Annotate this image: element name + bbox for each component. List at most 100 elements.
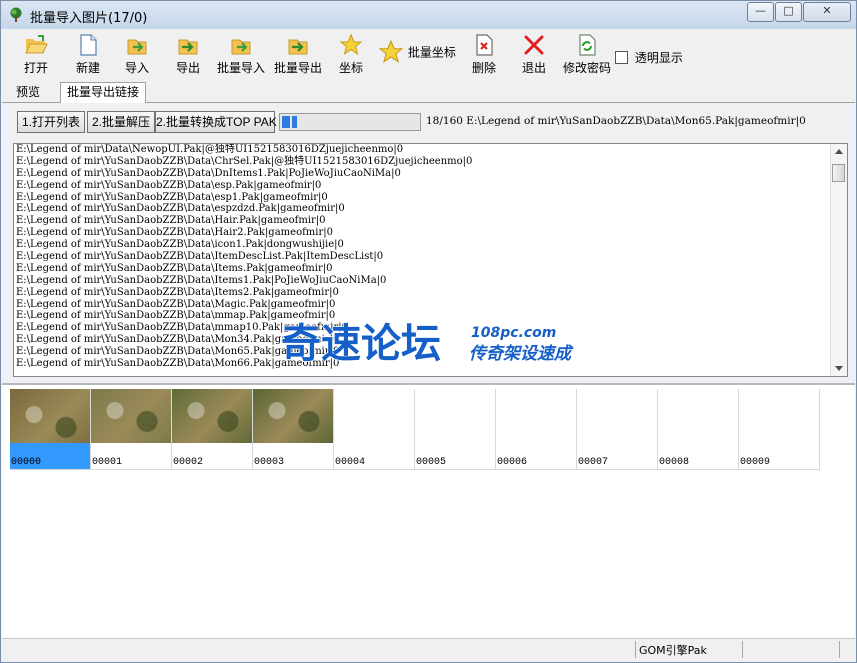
thumbnail-image — [172, 389, 252, 443]
maximize-icon: □ — [783, 4, 794, 17]
status-separator — [635, 641, 636, 658]
batch-convert-button[interactable]: 2.批量转换成TOP PAK — [155, 111, 277, 133]
new-button[interactable]: 新建 — [65, 33, 111, 81]
coord-label: 坐标 — [338, 61, 363, 75]
thumbnail-image — [253, 389, 333, 443]
batch-unpack-button[interactable]: 2.批量解压 — [87, 111, 155, 133]
tab-preview[interactable]: 预览 — [16, 83, 40, 101]
log-line[interactable]: E:\Legend of mir\YuSanDaobZZB\Data\espzd… — [14, 203, 847, 215]
tab-batch-export-label: 批量导出链接 — [67, 85, 140, 99]
transparent-checkbox-group[interactable]: 透明显示 — [615, 49, 683, 85]
open-button[interactable]: 打开 — [13, 33, 59, 81]
log-line[interactable]: E:\Legend of mir\YuSanDaobZZB\Data\Items… — [14, 263, 847, 275]
export-label: 导出 — [175, 61, 200, 75]
thumbnail-cell[interactable]: 00007 — [577, 389, 658, 470]
tab-strip: 预览 批量导出链接 — [2, 82, 855, 103]
change-password-label: 修改密码 — [562, 61, 611, 75]
progress-status-text: 18/160 E:\Legend of mir\YuSanDaobZZB\Dat… — [426, 115, 806, 127]
scroll-down-arrow-icon[interactable] — [835, 366, 843, 371]
batch-import-button[interactable]: 批量导入 — [215, 33, 267, 81]
thumbnail-cell[interactable]: 00001 — [91, 389, 172, 470]
thumbnail-label: 00006 — [497, 457, 528, 468]
status-separator — [742, 641, 743, 658]
thumbnail-cell[interactable]: 00004 — [334, 389, 415, 470]
new-file-icon — [80, 34, 97, 56]
batch-import-label: 批量导入 — [216, 61, 265, 75]
thumbnail-cell[interactable]: 00002 — [172, 389, 253, 470]
title-bar[interactable]: 批量导入图片(17/0) — □ ✕ — [1, 1, 856, 29]
log-line[interactable]: E:\Legend of mir\YuSanDaobZZB\Data\icon1… — [14, 239, 847, 251]
close-x-icon — [524, 35, 544, 55]
new-label: 新建 — [75, 61, 100, 75]
delete-button[interactable]: 删除 — [464, 33, 504, 81]
engine-status-text: GOM引擎Pak — [639, 644, 707, 657]
folder-open-icon — [25, 35, 48, 54]
batch-export-label: 批量导出 — [273, 61, 322, 75]
toolbar: 打开 新建 导入 导出 批量导入 批量导出 坐标 批量坐标 删除 退出 修改密码… — [2, 29, 855, 83]
export-icon — [178, 39, 198, 55]
coord-button[interactable]: 坐标 — [328, 33, 374, 81]
batch-coord-button[interactable]: 批量坐标 — [378, 39, 456, 75]
log-line[interactable]: E:\Legend of mir\YuSanDaobZZB\Data\ItemD… — [14, 251, 847, 263]
maximize-button[interactable]: □ — [775, 2, 802, 22]
transparent-label: 透明显示 — [634, 51, 683, 65]
delete-label: 删除 — [471, 61, 496, 75]
delete-file-icon — [476, 34, 493, 56]
thumbnail-label: 00008 — [659, 457, 690, 468]
scroll-up-arrow-icon[interactable] — [835, 149, 843, 154]
thumbnail-label: 00009 — [740, 457, 771, 468]
thumbnail-cell[interactable]: 00003 — [253, 389, 334, 470]
thumbnail-label: 00003 — [254, 457, 285, 468]
thumbnail-label: 00005 — [416, 457, 447, 468]
exit-button[interactable]: 退出 — [514, 33, 554, 81]
import-button[interactable]: 导入 — [114, 33, 160, 81]
status-bar: GOM引擎Pak — [2, 638, 855, 661]
thumbnail-cell[interactable]: 00006 — [496, 389, 577, 470]
status-separator — [839, 641, 840, 658]
open-list-button[interactable]: 1.打开列表 — [17, 111, 85, 133]
star-icon — [339, 33, 363, 56]
log-line[interactable]: E:\Legend of mir\YuSanDaobZZB\Data\esp1.… — [14, 192, 847, 204]
log-line[interactable]: E:\Legend of mir\YuSanDaobZZB\Data\DnIte… — [14, 168, 847, 180]
minimize-button[interactable]: — — [747, 2, 774, 22]
log-line[interactable]: E:\Legend of mir\YuSanDaobZZB\Data\Hair2… — [14, 227, 847, 239]
watermark-slogan: 传奇架设速成 — [469, 344, 574, 364]
log-line[interactable]: E:\Legend of mir\YuSanDaobZZB\Data\ChrSe… — [14, 156, 847, 168]
watermark-site: 108pc.com — [471, 325, 556, 341]
import-icon — [127, 39, 147, 55]
tab-batch-export-links[interactable]: 批量导出链接 — [60, 82, 147, 103]
log-line[interactable]: E:\Legend of mir\Data\NewopUI.Pak|@独特UI1… — [14, 144, 847, 156]
refresh-document-icon — [579, 34, 596, 56]
thumbnail-image — [91, 389, 171, 443]
log-scrollbar[interactable] — [830, 144, 847, 376]
batch-export-icon — [288, 39, 308, 55]
watermark-brand: 奇速论坛 — [281, 321, 441, 367]
batch-export-button[interactable]: 批量导出 — [272, 33, 324, 81]
thumbnail-cell[interactable]: 00008 — [658, 389, 739, 470]
log-line[interactable]: E:\Legend of mir\YuSanDaobZZB\Data\Items… — [14, 287, 847, 299]
close-button[interactable]: ✕ — [803, 2, 851, 22]
transparent-checkbox[interactable] — [615, 51, 628, 64]
progress-bar — [279, 113, 421, 131]
export-button[interactable]: 导出 — [165, 33, 211, 81]
open-label: 打开 — [23, 61, 48, 75]
tree-app-icon — [10, 7, 22, 22]
thumbnail-grid: 00000 00001 00002 00003 00004 00005 00006 00007… — [2, 383, 855, 639]
window-title: 批量导入图片(17/0) — [30, 11, 148, 26]
thumbnail-cell[interactable]: 00000 — [10, 389, 91, 470]
thumbnail-label: 00007 — [578, 457, 609, 468]
log-line[interactable]: E:\Legend of mir\YuSanDaobZZB\Data\esp.P… — [14, 180, 847, 192]
change-password-button[interactable]: 修改密码 — [560, 33, 614, 81]
thumbnail-cell[interactable]: 00005 — [415, 389, 496, 470]
thumbnail-label: 00000 — [11, 457, 42, 468]
batch-coord-label: 批量坐标 — [407, 45, 456, 60]
star-icon — [378, 39, 404, 64]
scroll-thumb[interactable] — [832, 164, 845, 182]
log-line[interactable]: E:\Legend of mir\YuSanDaobZZB\Data\Hair.… — [14, 215, 847, 227]
log-line[interactable]: E:\Legend of mir\YuSanDaobZZB\Data\Magic… — [14, 299, 847, 311]
progress-fill — [282, 116, 297, 128]
log-line[interactable]: E:\Legend of mir\YuSanDaobZZB\Data\Items… — [14, 275, 847, 287]
batch-import-icon — [231, 39, 251, 55]
thumbnail-cell[interactable]: 00009 — [739, 389, 820, 470]
thumbnail-label: 00002 — [173, 457, 204, 468]
